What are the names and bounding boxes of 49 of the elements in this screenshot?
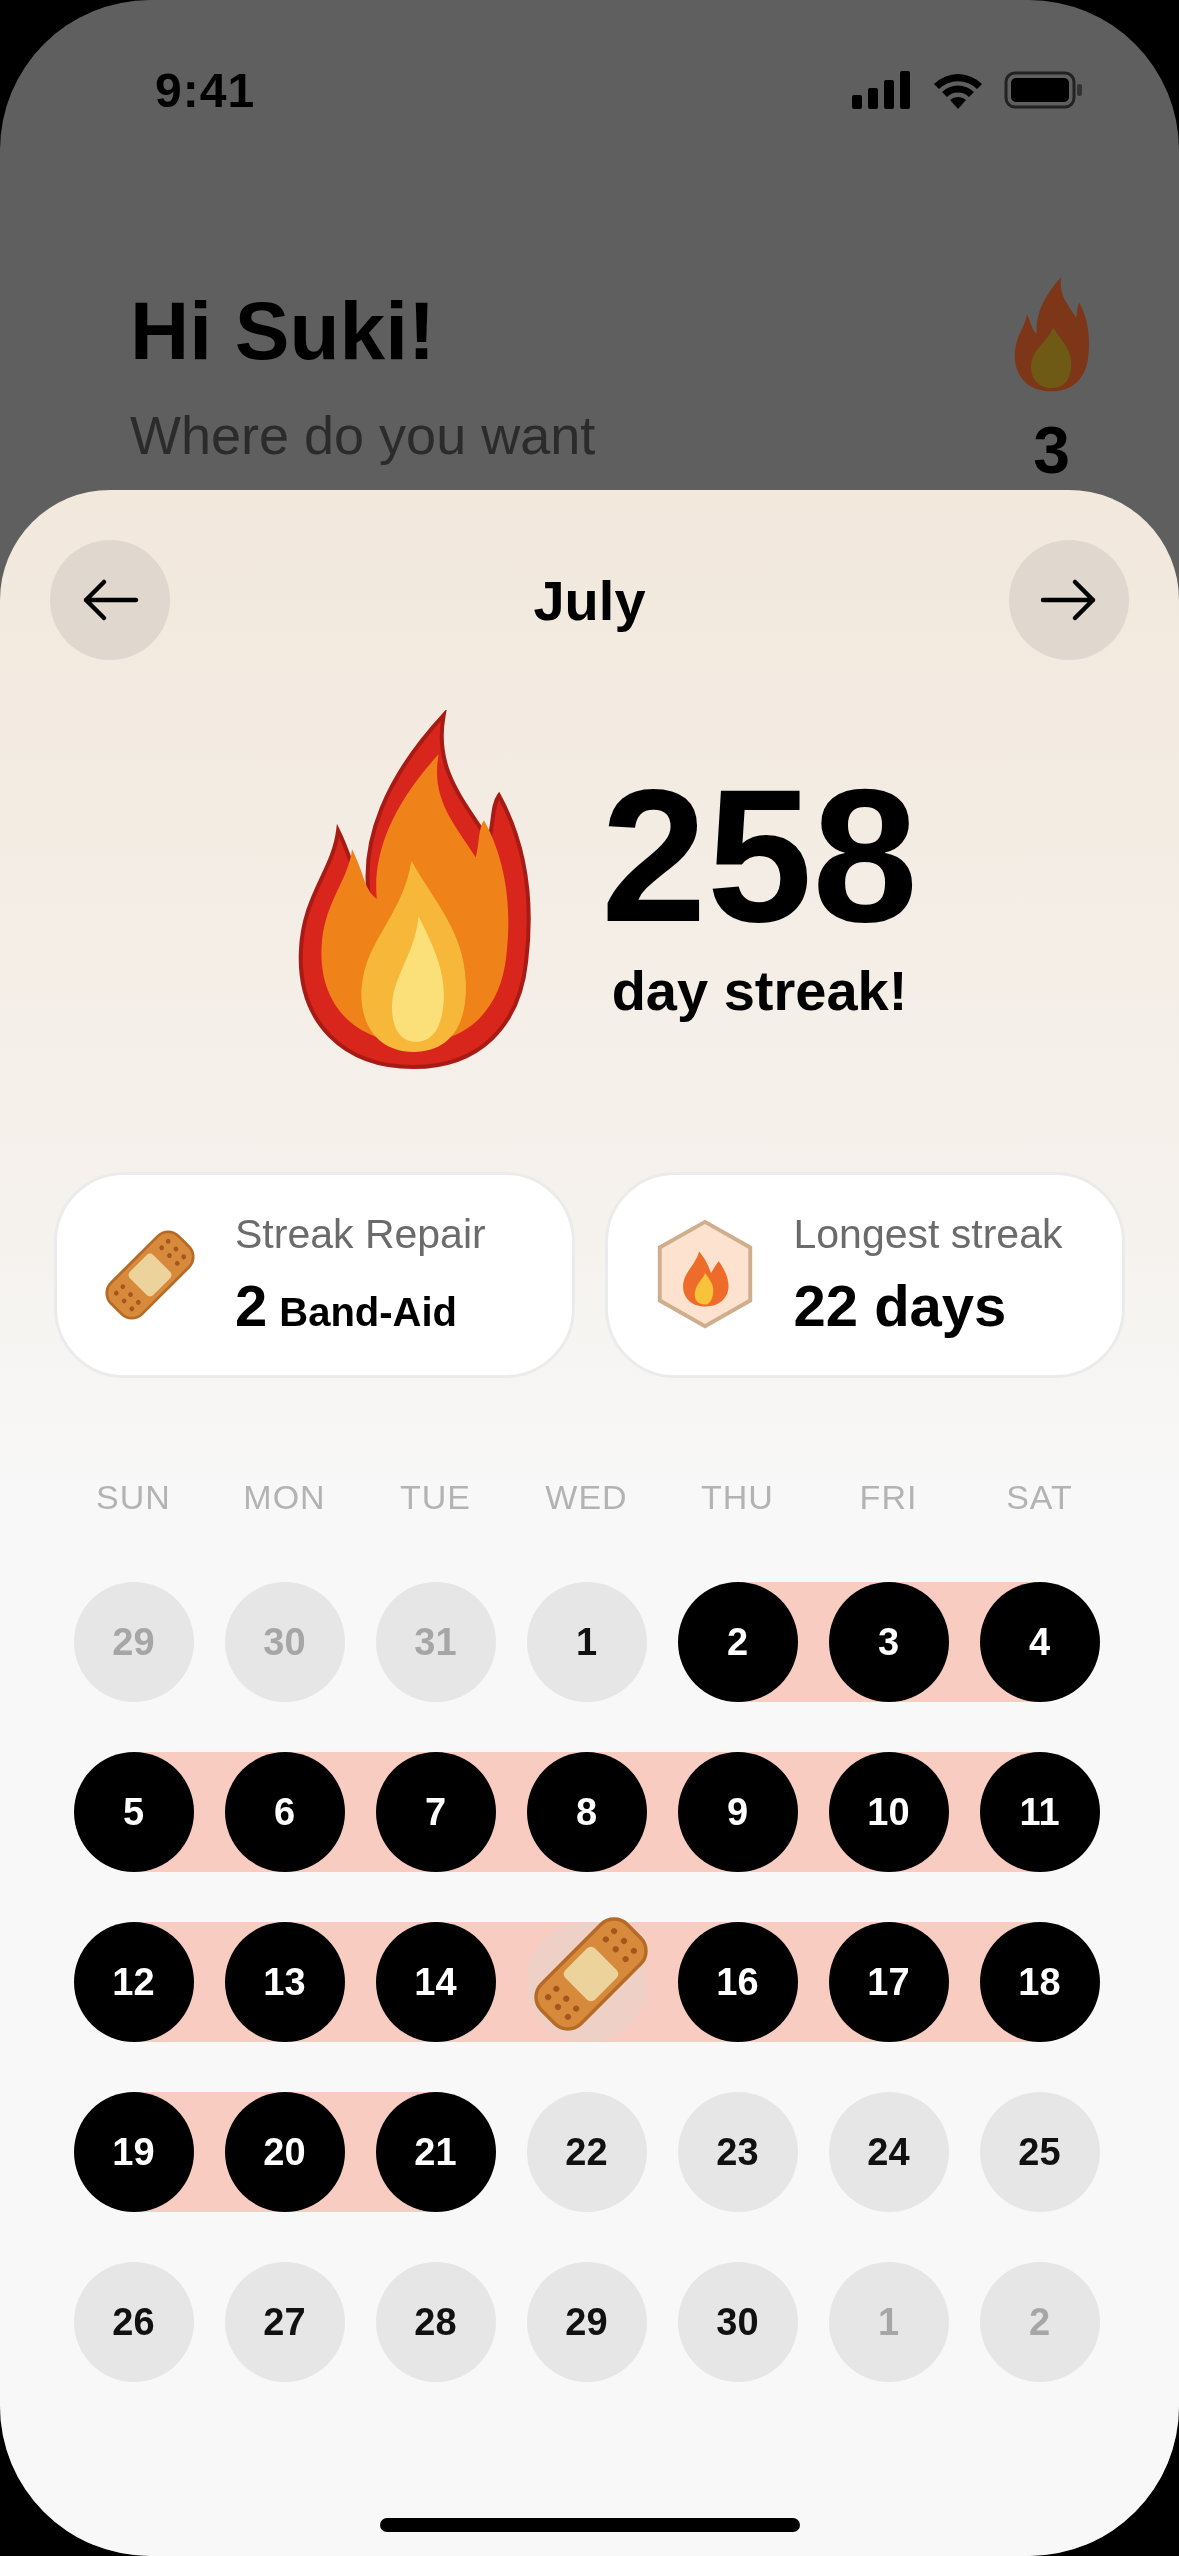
- battery-icon: [1004, 71, 1084, 109]
- day-cell[interactable]: 19: [73, 2092, 194, 2212]
- day-cell[interactable]: 3: [828, 1582, 949, 1702]
- signal-icon: [852, 71, 912, 109]
- day-cell[interactable]: 22: [526, 2092, 647, 2212]
- day-cell[interactable]: 25: [979, 2092, 1100, 2212]
- greeting-title: Hi Suki!: [130, 290, 437, 372]
- stat-value: 22 days: [793, 1272, 1007, 1339]
- stat-label: Longest streak: [793, 1211, 1063, 1258]
- day-cell[interactable]: 18: [979, 1922, 1100, 2042]
- day-cell[interactable]: 30: [677, 2262, 798, 2382]
- day-cell[interactable]: 5: [73, 1752, 194, 1872]
- weekday-label: TUE: [400, 1478, 471, 1517]
- day-cell[interactable]: 27: [224, 2262, 345, 2382]
- day-cell[interactable]: 6: [224, 1752, 345, 1872]
- weekday-label: THU: [701, 1478, 774, 1517]
- day-cell[interactable]: 9: [677, 1752, 798, 1872]
- stat-label: Streak Repair: [235, 1211, 486, 1258]
- stat-unit: Band-Aid: [279, 1290, 458, 1335]
- day-cell[interactable]: 29: [526, 2262, 647, 2382]
- weekday-label: MON: [243, 1478, 326, 1517]
- weekday-label: FRI: [859, 1478, 918, 1517]
- day-cell[interactable]: 11: [979, 1752, 1100, 1872]
- status-time: 9:41: [155, 62, 256, 118]
- month-title: July: [533, 567, 646, 633]
- weekday-label: WED: [545, 1478, 628, 1517]
- day-cell[interactable]: 16: [677, 1922, 798, 2042]
- stat-value: 2: [235, 1272, 268, 1339]
- day-cell[interactable]: 20: [224, 2092, 345, 2212]
- day-cell[interactable]: 7: [375, 1752, 496, 1872]
- streak-caption: day streak!: [611, 957, 908, 1023]
- day-cell[interactable]: 23: [677, 2092, 798, 2212]
- weekday-label: SUN: [96, 1478, 171, 1517]
- day-cell[interactable]: 2: [677, 1582, 798, 1702]
- day-cell[interactable]: 13: [224, 1922, 345, 2042]
- wifi-icon: [932, 71, 984, 109]
- day-cell[interactable]: 8: [526, 1752, 647, 1872]
- day-cell[interactable]: 21: [375, 2092, 496, 2212]
- weekday-label: SAT: [1006, 1478, 1073, 1517]
- day-cell[interactable]: 17: [828, 1922, 949, 2042]
- streak-number: 258: [601, 759, 918, 950]
- day-cell[interactable]: 14: [375, 1922, 496, 2042]
- day-cell[interactable]: 26: [73, 2262, 194, 2382]
- day-cell[interactable]: 1: [526, 1582, 647, 1702]
- day-cell[interactable]: 24: [828, 2092, 949, 2212]
- day-cell[interactable]: 10: [828, 1752, 949, 1872]
- day-cell[interactable]: 28: [375, 2262, 496, 2382]
- day-cell[interactable]: 4: [979, 1582, 1100, 1702]
- day-cell[interactable]: 12: [73, 1922, 194, 2042]
